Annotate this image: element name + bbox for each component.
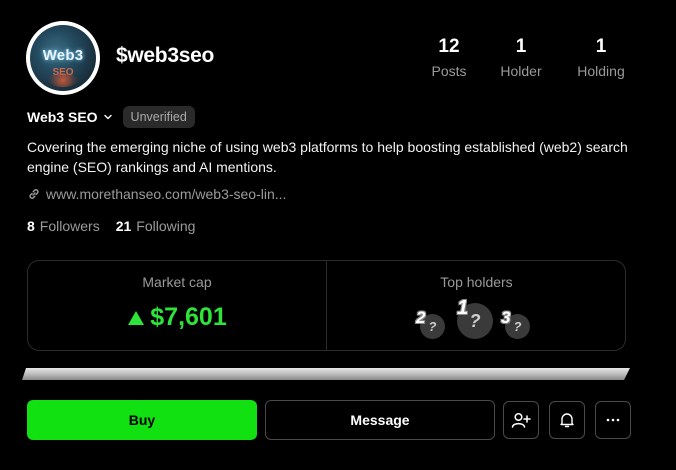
market-cap-label: Market cap	[142, 274, 212, 290]
stat-posts-label: Posts	[431, 63, 467, 79]
top-holder-3[interactable]: ? 3	[501, 308, 531, 340]
follow-row: 8 Followers 21 Following	[27, 218, 195, 234]
followers-count: 8	[27, 218, 35, 234]
top-holders-label: Top holders	[440, 274, 513, 290]
profile-handle: $web3seo	[116, 44, 214, 67]
followers-label: Followers	[39, 218, 100, 234]
profile-link[interactable]: www.morethanseo.com/web3-seo-lin...	[27, 186, 286, 202]
holder-rank-badge: 2	[416, 308, 426, 327]
stat-holder[interactable]: 1 Holder	[481, 36, 561, 79]
market-cap-value-row: $7,601	[28, 303, 326, 332]
buy-button[interactable]: Buy	[27, 400, 257, 440]
avatar-text: Web3	[42, 47, 84, 64]
stat-holding[interactable]: 1 Holding	[561, 36, 641, 79]
profile-bio: Covering the emerging niche of using web…	[27, 139, 628, 175]
stat-holder-label: Holder	[500, 63, 542, 79]
more-options-button[interactable]	[595, 401, 631, 439]
notifications-button[interactable]	[549, 401, 585, 439]
following-label: Following	[136, 218, 196, 234]
stat-holding-value: 1	[595, 36, 607, 57]
message-button[interactable]: Message	[265, 400, 495, 440]
top-holder-2[interactable]: ? 2	[416, 308, 446, 340]
stat-posts[interactable]: 12 Posts	[409, 36, 489, 79]
arrow-up-icon	[128, 310, 145, 325]
bonding-progress-bar	[22, 368, 630, 380]
following-count: 21	[115, 218, 132, 234]
holder-rank-badge: 1	[457, 297, 469, 319]
profile-link-text[interactable]: www.morethanseo.com/web3-seo-lin...	[46, 186, 286, 202]
stat-holding-label: Holding	[577, 63, 625, 79]
verification-badge: Unverified	[122, 106, 195, 128]
add-user-icon	[511, 412, 531, 428]
holder-rank-badge: 3	[501, 308, 511, 327]
avatar-subtext: SEO	[52, 67, 74, 78]
avatar[interactable]: Web3 SEO	[26, 21, 100, 95]
chevron-down-icon[interactable]	[103, 112, 113, 122]
top-holder-1[interactable]: ? 1	[455, 297, 495, 340]
stat-holder-value: 1	[515, 36, 527, 57]
followers-link[interactable]: 8 Followers	[27, 218, 100, 234]
follow-user-button[interactable]	[503, 401, 539, 439]
avatar-image: Web3 SEO	[30, 25, 96, 91]
more-icon	[606, 418, 620, 422]
name-row: Web3 SEO Unverified	[27, 106, 195, 128]
bell-icon	[560, 413, 574, 428]
link-icon	[29, 189, 39, 199]
market-cap-value: $7,601	[150, 303, 227, 331]
following-link[interactable]: 21 Following	[116, 218, 196, 234]
stat-posts-value: 12	[438, 36, 460, 57]
display-name[interactable]: Web3 SEO	[27, 109, 98, 125]
